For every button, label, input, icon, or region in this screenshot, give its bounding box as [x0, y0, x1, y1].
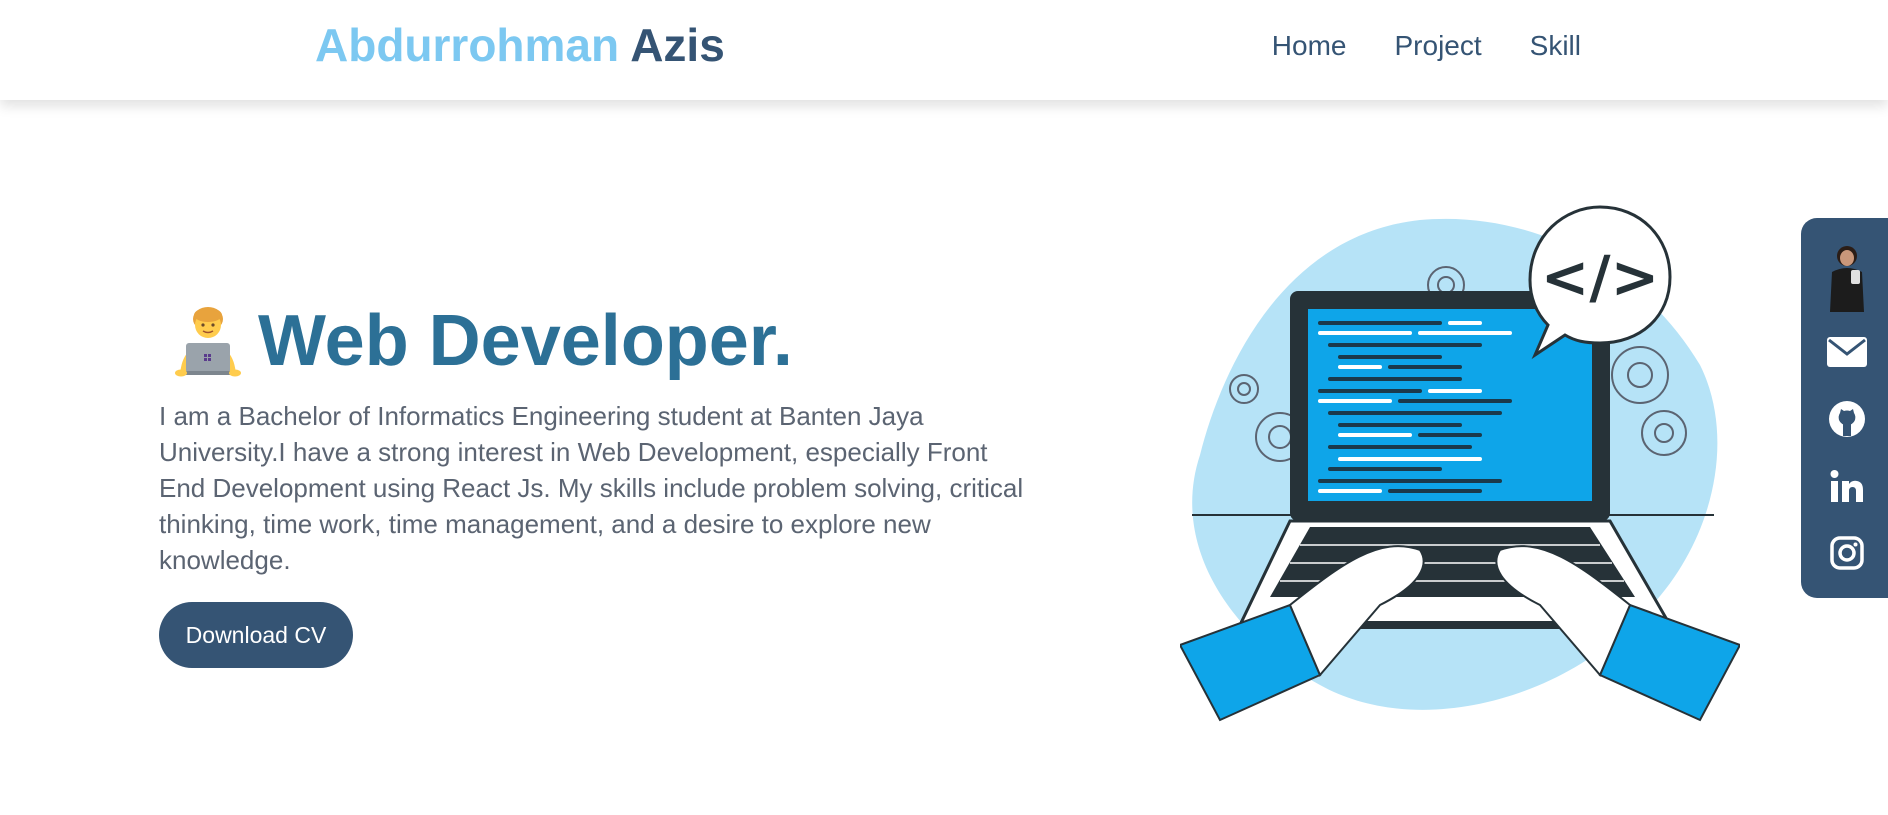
instagram-icon[interactable]: [1823, 529, 1871, 577]
brand-last-name: Azis: [630, 19, 725, 71]
brand-first-name: Abdurrohman: [315, 19, 620, 71]
main-nav: Home Project Skill: [1272, 30, 1581, 62]
brand-logo[interactable]: Abdurrohman Azis: [315, 18, 725, 72]
avatar[interactable]: [1823, 242, 1871, 312]
developer-laptop-illustration: </>: [1178, 205, 1742, 730]
hero-description: I am a Bachelor of Informatics Engineeri…: [159, 401, 1024, 575]
technologist-emoji-icon: [170, 301, 246, 382]
nav-link-project[interactable]: Project: [1395, 30, 1482, 62]
social-sidebar: [1801, 218, 1888, 598]
github-icon[interactable]: [1823, 395, 1871, 443]
nav-link-skill[interactable]: Skill: [1530, 30, 1581, 62]
code-bubble-text: </>: [1541, 243, 1659, 311]
hero-title: Web Developer.: [258, 301, 793, 381]
hero-heading: Web Developer.: [170, 300, 793, 382]
linkedin-icon[interactable]: [1823, 462, 1871, 510]
nav-link-home[interactable]: Home: [1272, 30, 1347, 62]
navbar: Abdurrohman Azis Home Project Skill: [0, 0, 1888, 100]
mail-icon[interactable]: [1823, 328, 1871, 376]
download-cv-button[interactable]: Download CV: [159, 602, 353, 668]
